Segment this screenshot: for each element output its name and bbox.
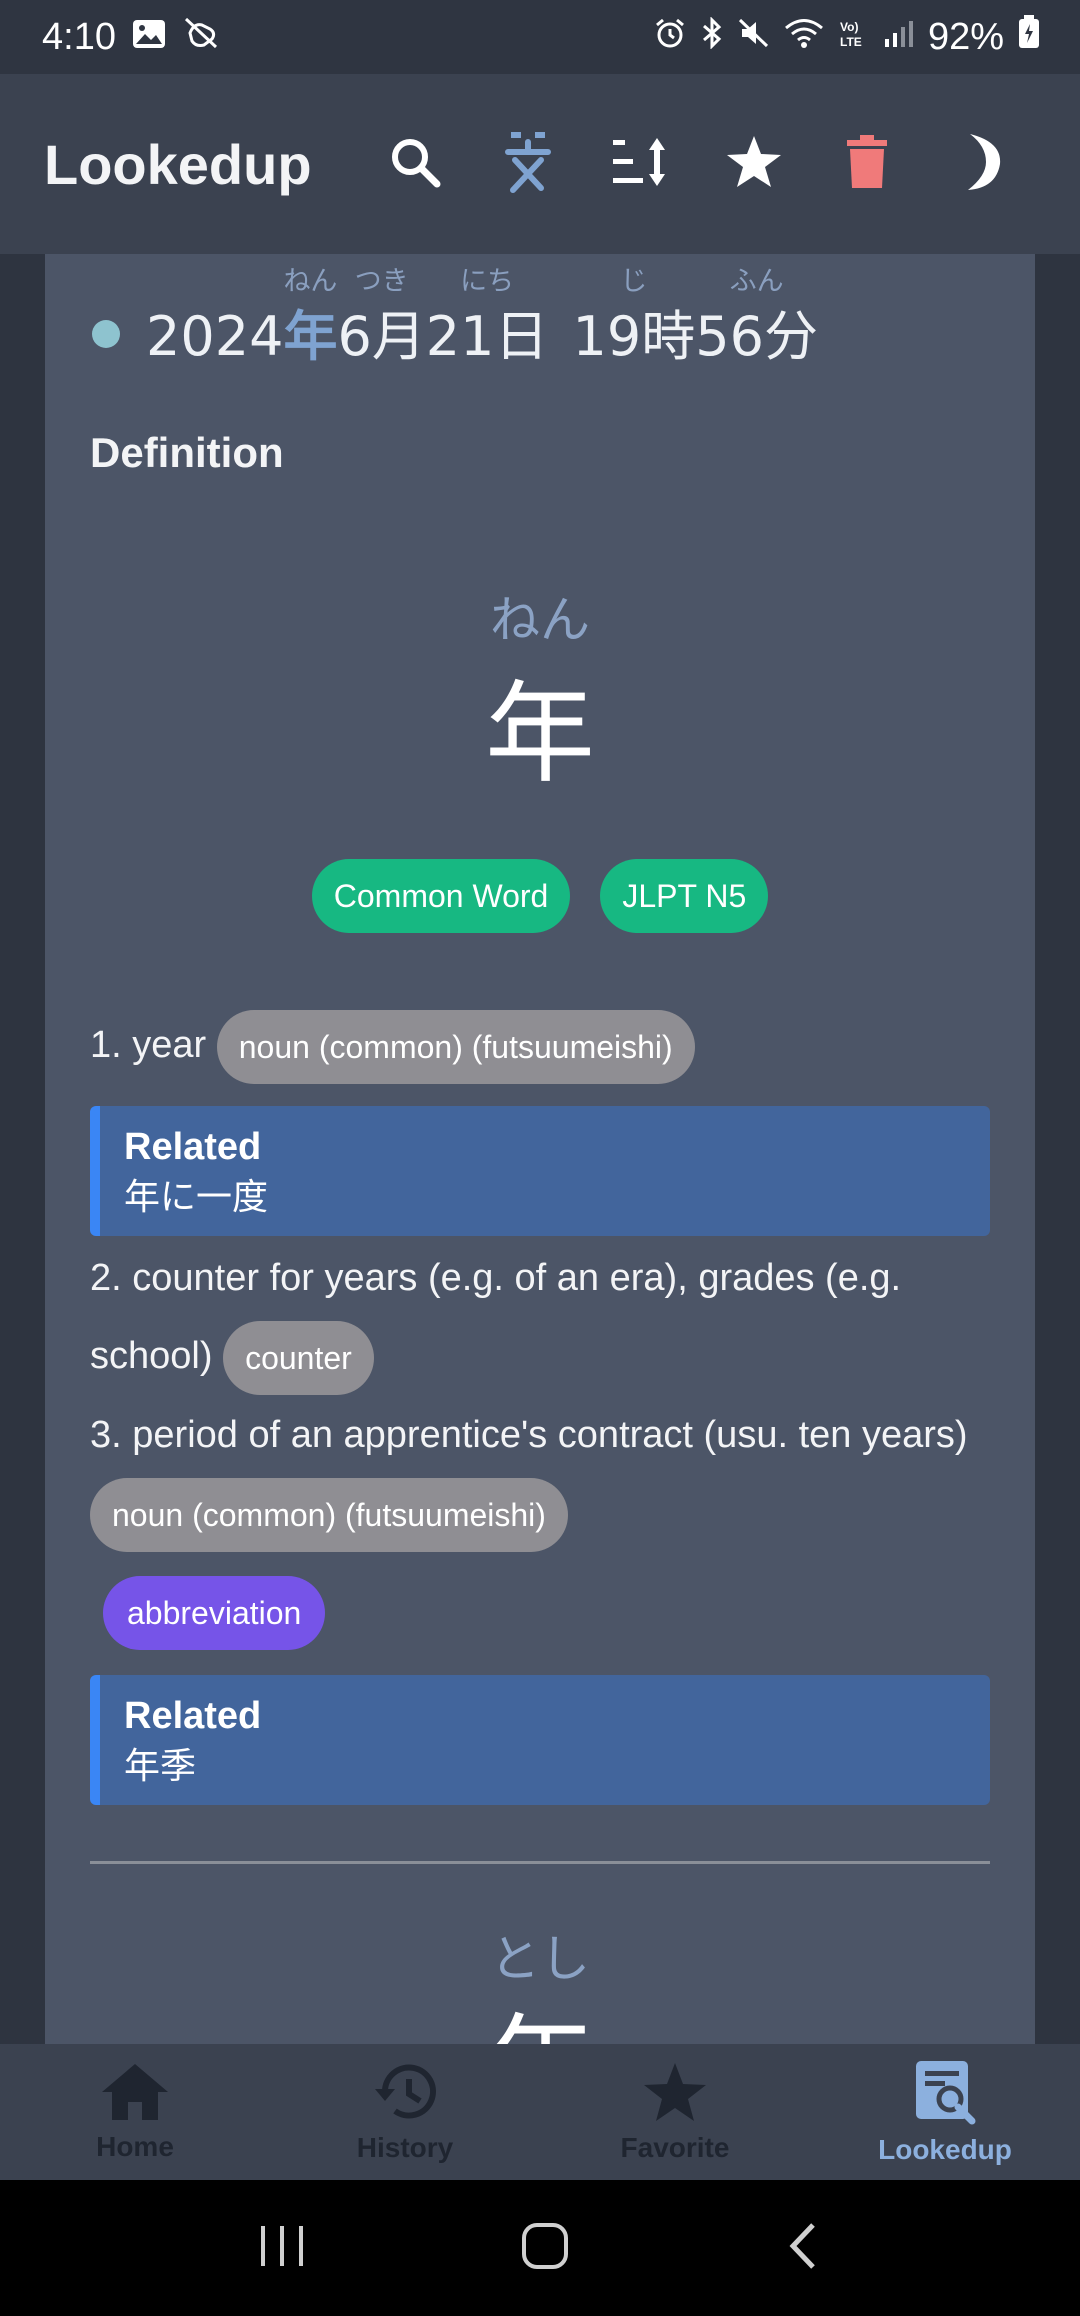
sentence-token[interactable]: 2024: [146, 262, 283, 372]
related-label: Related: [124, 1126, 262, 1168]
furigana: じ: [620, 266, 648, 297]
app-title: Lookedup: [44, 132, 312, 196]
sense-number: 2.: [90, 1257, 122, 1299]
lookup-icon: [912, 2059, 978, 2130]
definition-heading: Definition: [90, 429, 284, 476]
next-entry-headword: 年: [45, 2012, 1035, 2044]
related-box-1[interactable]: Related 年に一度: [90, 1106, 990, 1236]
wifi-icon: [784, 16, 824, 59]
misc-tag: abbreviation: [103, 1576, 326, 1650]
furigana: つき: [354, 266, 409, 297]
related-text: 年に一度: [124, 1177, 269, 1218]
star-icon: [642, 2061, 708, 2128]
sentence-token[interactable]: にち 21日: [426, 262, 549, 372]
battery-icon: [1018, 15, 1040, 59]
sort-icon: [611, 134, 671, 195]
moon-icon: [956, 132, 1004, 197]
sentence-token-selected[interactable]: ねん 年: [283, 262, 337, 372]
recents-button[interactable]: [257, 2224, 307, 2273]
related-box-2[interactable]: Related 年季: [90, 1675, 990, 1805]
no-touch-icon: [182, 15, 220, 59]
nav-label: Lookedup: [878, 2133, 1012, 2165]
app-actions: [358, 114, 1036, 214]
sentence-token[interactable]: ふん 56分: [695, 262, 818, 372]
furigana-toggle-button[interactable]: [471, 114, 584, 214]
jlpt-tag: JLPT N5: [600, 859, 769, 933]
token-text: 2024: [146, 305, 284, 368]
bluetooth-icon: [700, 15, 724, 59]
sentence-token[interactable]: じ 19時: [573, 262, 696, 372]
star-icon: [725, 134, 783, 195]
sense-gloss: counter for years (e.g. of an era), grad…: [90, 1257, 902, 1377]
common-word-tag: Common Word: [311, 859, 571, 933]
token-text: 6月: [337, 305, 426, 368]
nav-label: Favorite: [620, 2131, 730, 2163]
sense-number: 3.: [90, 1414, 122, 1456]
search-button[interactable]: [358, 114, 471, 214]
status-time: 4:10: [42, 15, 116, 58]
sense-number: 1.: [90, 1024, 122, 1066]
entry-headword: 年: [485, 670, 595, 798]
sense-2: 2. counter for years (e.g. of an era), g…: [90, 1239, 990, 1395]
sentence: 2024 ねん 年 つき 6月 にち 21日 じ 19時 ふん 56分: [90, 262, 818, 372]
system-nav-bar: [0, 2180, 1080, 2316]
token-text: 19時: [572, 305, 696, 368]
signal-icon: [884, 16, 914, 59]
related-text: 年季: [124, 1746, 197, 1787]
left-gutter: [0, 254, 45, 2044]
next-entry-reading: とし: [490, 1930, 590, 1988]
svg-text:LTE: LTE: [840, 35, 862, 49]
sense-3: 3. period of an apprentice's contract (u…: [90, 1396, 990, 1552]
entry-reading: ねん: [490, 591, 590, 649]
pos-tag: noun (common) (futsuumeishi): [216, 1009, 695, 1084]
nav-history[interactable]: History: [270, 2044, 540, 2180]
token-text: 21日: [425, 305, 549, 368]
image-icon: [132, 16, 166, 59]
sense-gloss: year: [132, 1024, 207, 1066]
svg-text:Vo): Vo): [840, 20, 858, 34]
furigana: ふん: [729, 266, 784, 297]
pos-tag: counter: [223, 1320, 374, 1395]
furigana-icon: [503, 130, 553, 199]
sentence-bullet: [92, 320, 120, 348]
furigana: ねん: [283, 266, 338, 297]
volte-icon: Vo) LTE: [838, 16, 870, 59]
sentence-token[interactable]: つき 6月: [337, 262, 425, 372]
nav-lookedup[interactable]: Lookedup: [810, 2044, 1080, 2180]
token-text: 年: [283, 305, 338, 368]
nav-home[interactable]: Home: [0, 2044, 270, 2180]
mute-icon: [738, 16, 770, 59]
home-button[interactable]: [520, 2221, 570, 2276]
sense-1: 1. year noun (common) (futsuumeishi): [90, 1006, 990, 1084]
nav-label: Home: [96, 2130, 174, 2162]
nav-favorite[interactable]: Favorite: [540, 2044, 810, 2180]
entry-tags: Common Word JLPT N5: [45, 859, 1035, 933]
battery-percent: 92%: [927, 15, 1004, 58]
pos-tag: noun (common) (futsuumeishi): [90, 1477, 568, 1552]
sense-gloss: period of an apprentice's contract (usu.…: [132, 1414, 968, 1456]
right-gutter: [1035, 254, 1080, 2044]
related-label: Related: [124, 1695, 262, 1737]
entry-divider: [90, 1861, 990, 1864]
trash-icon: [845, 134, 889, 195]
back-button[interactable]: [783, 2221, 823, 2276]
theme-toggle-button[interactable]: [923, 114, 1036, 214]
nav-label: History: [356, 2131, 454, 2163]
lookup-content: 2024 ねん 年 つき 6月 にち 21日 じ 19時 ふん 56分 Defi…: [45, 254, 1035, 2044]
sort-button[interactable]: [584, 114, 697, 214]
token-text: 56分: [695, 305, 818, 368]
history-icon: [369, 2061, 441, 2128]
app-bar: Lookedup: [0, 74, 1080, 254]
bottom-nav: Home History Favorite Lookedup: [0, 2044, 1080, 2180]
delete-button[interactable]: [810, 114, 923, 214]
furigana: にち: [460, 266, 515, 297]
alarm-icon: [654, 16, 686, 59]
search-icon: [387, 134, 443, 195]
home-icon: [100, 2062, 170, 2127]
favorite-button[interactable]: [697, 114, 810, 214]
status-bar: 4:10 Vo) LTE 92%: [0, 0, 1080, 74]
